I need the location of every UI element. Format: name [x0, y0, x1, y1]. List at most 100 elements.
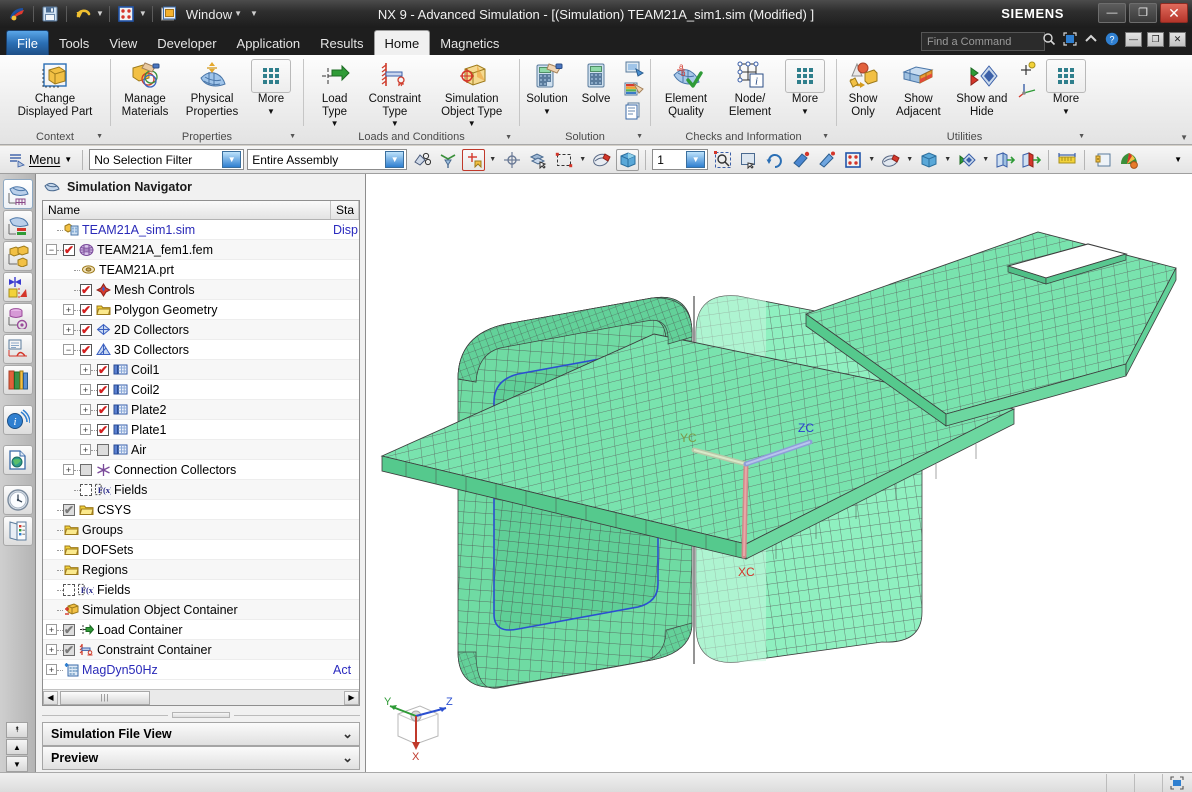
selection-filter-combo[interactable]: No Selection Filter ▼ — [89, 149, 244, 170]
history-icon[interactable]: i — [3, 405, 33, 435]
tab-home[interactable]: Home — [374, 30, 431, 55]
properties-dialog-launcher[interactable]: ▼ — [289, 133, 296, 140]
tree-row-regions[interactable]: Regions — [43, 560, 359, 580]
process-studio-icon[interactable] — [3, 445, 33, 475]
tree-column-status[interactable]: Sta — [331, 201, 359, 219]
show-adjacent-button[interactable]: Show Adjacent — [888, 57, 949, 118]
tree-row-team21a-sim1-sim[interactable]: TEAM21A_sim1.simDisp — [43, 220, 359, 240]
splitter-grip[interactable] — [172, 712, 230, 718]
view-orientation-triad[interactable]: Y Z X — [380, 688, 460, 760]
node-element-button[interactable]: i Node/ Element — [720, 57, 780, 118]
tree-row-checkbox[interactable] — [97, 404, 109, 416]
window-close-button[interactable]: ✕ — [1160, 3, 1188, 23]
tree-row-checkbox[interactable] — [80, 284, 92, 296]
web-browser-icon[interactable] — [3, 365, 33, 395]
tab-results[interactable]: Results — [310, 32, 373, 55]
simulation-file-view-panel[interactable]: Simulation File View ⌄ — [42, 722, 360, 746]
status-full-screen-icon[interactable] — [1162, 774, 1190, 792]
tree-expander[interactable]: + — [80, 364, 91, 375]
tree-row-2d-collectors[interactable]: +2D Collectors — [43, 320, 359, 340]
tree-row-checkbox[interactable] — [63, 244, 75, 256]
show-csys-icon[interactable] — [1015, 80, 1041, 100]
tree-row-polygon-geometry[interactable]: +Polygon Geometry — [43, 300, 359, 320]
tree-expander[interactable]: + — [80, 404, 91, 415]
constraint-type-caret[interactable]: ▼ — [391, 118, 399, 131]
qat-overflow-caret[interactable]: ▼ — [250, 10, 258, 18]
tree-expander[interactable]: + — [80, 444, 91, 455]
rectangle-select-icon[interactable] — [552, 149, 575, 171]
window-switch-caret[interactable]: ▼ — [139, 10, 147, 18]
load-type-caret[interactable]: ▼ — [331, 118, 339, 131]
window-manager-icon[interactable] — [158, 3, 180, 25]
selection-scope-combo[interactable]: Entire Assembly ▼ — [247, 149, 407, 170]
tree-expander[interactable]: + — [80, 384, 91, 395]
quick-pick-icon[interactable] — [526, 149, 549, 171]
tree-row-dofsets[interactable]: DOFSets — [43, 540, 359, 560]
window-switch-icon[interactable] — [115, 3, 137, 25]
checks-more-caret[interactable]: ▼ — [801, 106, 809, 119]
tree-scroll-left-button[interactable]: ◀ — [43, 691, 58, 705]
properties-more-button[interactable]: More ▼ — [248, 57, 294, 118]
document-restore-button[interactable]: ❐ — [1147, 32, 1164, 47]
color-display-icon[interactable] — [1117, 149, 1140, 171]
tree-row-3d-collectors[interactable]: −3D Collectors — [43, 340, 359, 360]
tree-row-mesh-controls[interactable]: Mesh Controls — [43, 280, 359, 300]
preview-panel[interactable]: Preview ⌄ — [42, 746, 360, 770]
reuse-library-icon[interactable] — [3, 303, 33, 333]
help-icon[interactable]: ? — [1104, 31, 1120, 47]
tree-expander[interactable]: − — [63, 344, 74, 355]
panel-splitter[interactable] — [42, 710, 360, 720]
tree-expander[interactable]: + — [46, 644, 57, 655]
tree-row-checkbox[interactable] — [80, 324, 92, 336]
tree-row-checkbox[interactable] — [97, 384, 109, 396]
tree-expander[interactable]: + — [63, 304, 74, 315]
solution-monitor-icon[interactable] — [621, 59, 647, 79]
collapse-ribbon-icon[interactable] — [1083, 31, 1099, 47]
tree-row-plate2[interactable]: +Plate2 — [43, 400, 359, 420]
utilities-dialog-launcher[interactable]: ▼ — [1078, 133, 1085, 140]
show-point-icon[interactable] — [1015, 59, 1041, 79]
tree-row-groups[interactable]: Groups — [43, 520, 359, 540]
fit-view-icon[interactable] — [737, 149, 760, 171]
measure-icon[interactable] — [1055, 149, 1078, 171]
tree-expander[interactable]: + — [46, 624, 57, 635]
window-menu-caret[interactable]: ▼ — [234, 10, 242, 18]
shaded-view-icon[interactable] — [616, 149, 639, 171]
full-screen-icon[interactable] — [1062, 31, 1078, 47]
properties-more-caret[interactable]: ▼ — [267, 106, 275, 119]
tree-row-team21a-fem1-fem[interactable]: −TEAM21A_fem1.fem — [43, 240, 359, 260]
tree-row-simulation-object-container[interactable]: Simulation Object Container — [43, 600, 359, 620]
tree-row-checkbox[interactable] — [63, 504, 75, 516]
zoom-window-icon[interactable] — [711, 149, 734, 171]
find-command-input[interactable]: Find a Command — [921, 32, 1045, 51]
system-scene-icon[interactable] — [3, 516, 33, 546]
tab-magnetics[interactable]: Magnetics — [430, 32, 509, 55]
resource-scroll-up-button[interactable]: ▲ — [6, 739, 28, 755]
render-style-icon[interactable] — [841, 149, 864, 171]
selection-filter-arrow-icon[interactable]: ▼ — [222, 151, 241, 168]
report-icon[interactable] — [621, 101, 647, 121]
tab-developer[interactable]: Developer — [147, 32, 226, 55]
constraint-navigator-icon[interactable] — [3, 272, 33, 302]
fem-model-view[interactable]: XC YC ZC — [366, 174, 1192, 772]
undo-dropdown-caret[interactable]: ▼ — [96, 10, 104, 18]
tree-row-checkbox[interactable] — [97, 364, 109, 376]
element-quality-button[interactable]: a b Element Quality — [654, 57, 718, 118]
tree-row-coil2[interactable]: +Coil2 — [43, 380, 359, 400]
simulation-object-type-button[interactable]: Simulation Object Type ▼ — [427, 57, 516, 131]
layer-arrow-icon[interactable]: ▼ — [686, 151, 705, 168]
tree-row-csys[interactable]: CSYS — [43, 500, 359, 520]
load-type-button[interactable]: Load Type ▼ — [307, 57, 362, 131]
center-point-icon[interactable] — [500, 149, 523, 171]
edge-display-icon[interactable] — [955, 149, 978, 171]
tree-expander[interactable]: + — [80, 424, 91, 435]
tree-expander[interactable]: − — [46, 244, 57, 255]
view-orientation-caret[interactable]: ▼ — [905, 156, 914, 163]
simulation-object-type-caret[interactable]: ▼ — [468, 118, 476, 131]
face-finder-icon[interactable] — [436, 149, 459, 171]
tree-expander[interactable]: + — [63, 324, 74, 335]
style-icon[interactable] — [815, 149, 838, 171]
tree-scroll-right-button[interactable]: ▶ — [344, 691, 359, 705]
assembly-navigator-icon[interactable] — [3, 179, 33, 209]
solution-button[interactable]: Solution ▼ — [523, 57, 571, 118]
